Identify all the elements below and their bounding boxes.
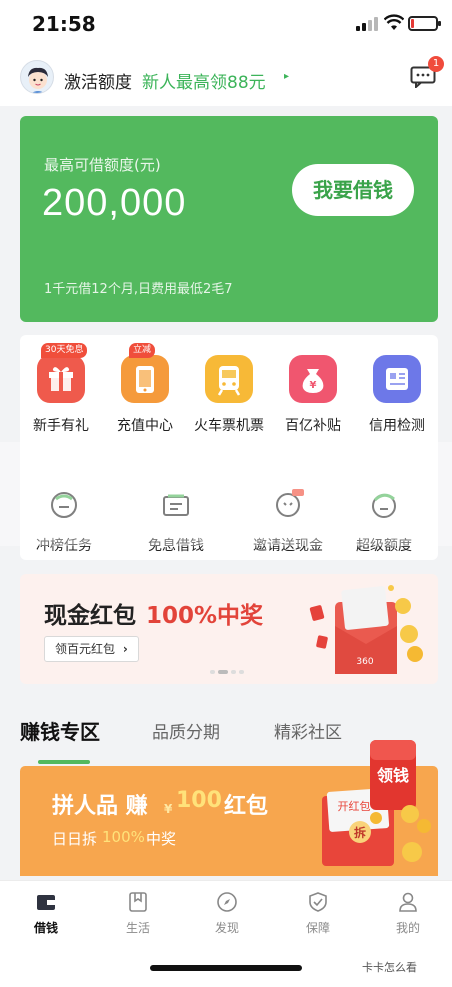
service-interest-free[interactable]: 免息借钱 bbox=[134, 485, 218, 555]
compass-icon bbox=[216, 891, 238, 913]
avatar[interactable] bbox=[20, 60, 54, 94]
ranking-icon bbox=[44, 485, 84, 525]
svg-text:¥: ¥ bbox=[310, 380, 317, 391]
nav-discover[interactable]: 发现 bbox=[197, 891, 257, 936]
red-packet-art-text: 360 bbox=[356, 657, 373, 667]
signal-icon bbox=[356, 17, 378, 31]
nav-label: 发现 bbox=[214, 921, 239, 935]
nav-label: 保障 bbox=[305, 921, 330, 935]
service-label: 充值中心 bbox=[117, 418, 173, 434]
report-icon bbox=[373, 355, 421, 403]
red-packet-card[interactable]: 现金红包 100%中奖 领百元红包 › 360 bbox=[20, 574, 438, 684]
claim-money-badge[interactable]: 领钱 bbox=[364, 738, 422, 828]
user-icon bbox=[397, 891, 419, 913]
train-icon bbox=[205, 355, 253, 403]
bookmark-icon bbox=[127, 891, 149, 913]
service-credit-check[interactable]: 信用检测 bbox=[355, 355, 439, 435]
service-label: 免息借钱 bbox=[148, 538, 204, 554]
nav-life[interactable]: 生活 bbox=[108, 891, 168, 936]
service-invite-cash[interactable]: 邀请送现金 bbox=[240, 485, 336, 555]
service-label: 新手有礼 bbox=[33, 418, 89, 434]
tab-quality-installment[interactable]: 品质分期 bbox=[152, 718, 220, 743]
newbie-promo-link[interactable]: 新人最高领88元 bbox=[142, 68, 266, 93]
promo-banner-sub-suffix: 中奖 bbox=[146, 830, 177, 848]
service-newbie-gift[interactable]: 30天免息 新手有礼 bbox=[19, 343, 103, 435]
service-ranking-task[interactable]: 冲榜任务 bbox=[22, 485, 106, 555]
service-label: 百亿补贴 bbox=[285, 418, 341, 434]
status-bar: 21:58 bbox=[0, 0, 452, 48]
activate-quota-label[interactable]: 激活额度 bbox=[64, 68, 132, 93]
tab-community[interactable]: 精彩社区 bbox=[274, 718, 342, 743]
service-super-quota[interactable]: 超级额度 bbox=[342, 485, 426, 555]
promo-banner-sub: 日日拆 bbox=[52, 830, 98, 848]
status-time: 21:58 bbox=[32, 12, 96, 36]
message-badge: 1 bbox=[428, 56, 444, 72]
home-indicator[interactable] bbox=[150, 965, 302, 971]
chevron-right-icon: › bbox=[122, 642, 128, 656]
service-tag: 30天免息 bbox=[41, 343, 88, 358]
promo-banner-amount: 100 bbox=[176, 788, 222, 813]
service-subsidy[interactable]: ¥ 百亿补贴 bbox=[271, 355, 355, 435]
service-label: 火车票机票 bbox=[194, 418, 264, 434]
super-quota-icon bbox=[364, 485, 404, 525]
bottom-nav: 借钱 生活 发现 保障 我的 卡卡怎么看 bbox=[0, 880, 452, 987]
nav-borrow[interactable]: 借钱 bbox=[16, 891, 76, 936]
nav-label: 借钱 bbox=[33, 921, 58, 935]
red-packet-title: 现金红包 bbox=[44, 603, 136, 629]
tab-earn-money[interactable]: 赚钱专区 bbox=[20, 716, 100, 745]
service-label: 冲榜任务 bbox=[36, 538, 92, 554]
claim-red-packet-button[interactable]: 领百元红包 › bbox=[44, 636, 139, 662]
play-arrow-icon: ▸ bbox=[284, 71, 290, 82]
service-label: 超级额度 bbox=[356, 538, 412, 554]
wallet-icon bbox=[35, 891, 57, 913]
service-train-flight[interactable]: 火车票机票 bbox=[187, 355, 271, 435]
claim-money-label: 领钱 bbox=[376, 766, 409, 785]
loan-card: 最高可借额度(元) 200,000 我要借钱 1千元借12个月,日费用最低2毛7 bbox=[20, 116, 438, 322]
battery-icon bbox=[408, 16, 441, 31]
shield-icon bbox=[307, 891, 329, 913]
invite-icon bbox=[268, 485, 308, 525]
gift-icon bbox=[37, 355, 85, 403]
service-tag: 立减 bbox=[129, 343, 156, 358]
service-label: 信用检测 bbox=[369, 418, 425, 434]
app-header: 激活额度 新人最高领88元 ▸ 1 bbox=[0, 48, 452, 106]
coupon-icon bbox=[156, 485, 196, 525]
watermark: 卡卡怎么看 bbox=[362, 961, 417, 974]
loan-fee-note: 1千元借12个月,日费用最低2毛7 bbox=[44, 282, 233, 297]
max-quota-label: 最高可借额度(元) bbox=[44, 156, 161, 174]
money-bag-icon: ¥ bbox=[289, 355, 337, 403]
wifi-icon bbox=[383, 14, 405, 32]
phone-icon bbox=[121, 355, 169, 403]
nav-label: 生活 bbox=[125, 921, 150, 935]
promo-banner-title: 拼人品 赚 bbox=[52, 794, 148, 819]
service-label: 邀请送现金 bbox=[253, 538, 323, 554]
red-packet-highlight: 100%中奖 bbox=[146, 603, 264, 629]
promo-banner-yen: ¥ bbox=[164, 802, 173, 816]
active-tab-indicator bbox=[38, 760, 90, 764]
nav-protection[interactable]: 保障 bbox=[288, 891, 348, 936]
nav-label: 我的 bbox=[395, 921, 420, 935]
service-recharge-center[interactable]: 立减 充值中心 bbox=[103, 343, 187, 435]
red-packet-illustration: 360 bbox=[305, 576, 435, 682]
promo-banner-sub-highlight: 100% bbox=[102, 828, 145, 846]
claim-red-packet-label: 领百元红包 bbox=[55, 642, 116, 656]
borrow-button[interactable]: 我要借钱 bbox=[292, 164, 414, 216]
nav-mine[interactable]: 我的 bbox=[378, 891, 438, 936]
promo-banner-title-tail: 红包 bbox=[224, 794, 269, 819]
max-quota-amount: 200,000 bbox=[42, 182, 187, 224]
service-grid: 30天免息 新手有礼 立减 充值中心 火车票机票 ¥ 百亿补贴 信用检测 冲榜任… bbox=[20, 335, 438, 560]
